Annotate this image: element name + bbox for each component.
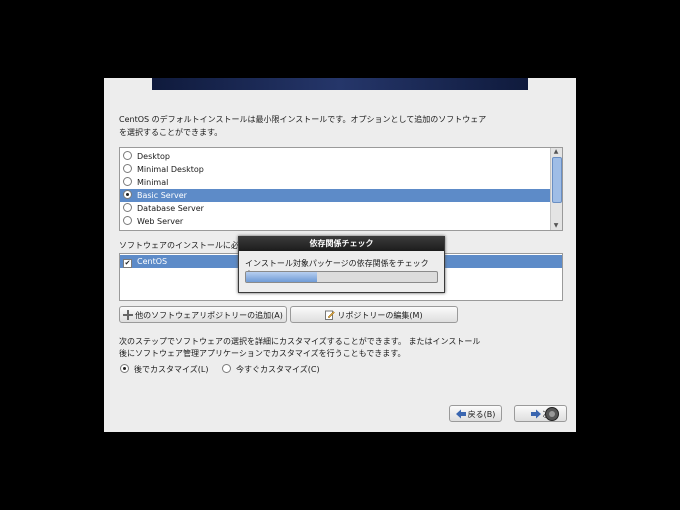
next-button[interactable]: 次 bbox=[514, 405, 567, 422]
intro-text: CentOS のデフォルトインストールは最小限インストールです。オプションとして… bbox=[119, 115, 487, 137]
edit-document-icon bbox=[325, 310, 336, 320]
radio-button[interactable] bbox=[123, 151, 132, 160]
radio-button-selected[interactable] bbox=[123, 190, 132, 199]
install-option-desktop[interactable]: Desktop bbox=[120, 150, 550, 163]
install-option-minimal-desktop[interactable]: Minimal Desktop bbox=[120, 163, 550, 176]
scroll-up-icon[interactable]: ▲ bbox=[553, 149, 559, 155]
customize-now-option[interactable]: 今すぐカスタマイズ(C) bbox=[222, 364, 320, 375]
busy-cursor-icon bbox=[545, 407, 559, 421]
progress-bar bbox=[245, 271, 438, 283]
install-option-web-server[interactable]: Web Server bbox=[120, 215, 550, 228]
install-option-label: Minimal Desktop bbox=[137, 165, 204, 174]
radio-button[interactable] bbox=[123, 177, 132, 186]
radio-button[interactable] bbox=[123, 216, 132, 225]
back-button[interactable]: 戻る(B) bbox=[449, 405, 502, 422]
scrollbar-thumb[interactable] bbox=[552, 157, 562, 203]
edit-repository-button[interactable]: リポジトリーの編集(M) bbox=[290, 306, 458, 323]
customize-later-label: 後でカスタマイズ(L) bbox=[134, 365, 209, 374]
install-option-label: Desktop bbox=[137, 152, 170, 161]
customize-later-option[interactable]: 後でカスタマイズ(L) bbox=[120, 364, 208, 375]
install-option-basic-server[interactable]: Basic Server bbox=[120, 189, 550, 202]
install-option-label: Basic Server bbox=[137, 191, 187, 200]
dialog-title: 依存関係チェック bbox=[239, 237, 444, 251]
install-option-label: Database Server bbox=[137, 204, 204, 213]
install-option-database-server[interactable]: Database Server bbox=[120, 202, 550, 215]
header-banner bbox=[152, 78, 528, 90]
install-option-minimal[interactable]: Minimal bbox=[120, 176, 550, 189]
list-scrollbar[interactable]: ▲ ▼ bbox=[550, 148, 562, 230]
scroll-down-icon[interactable]: ▼ bbox=[553, 223, 559, 229]
radio-button[interactable] bbox=[123, 164, 132, 173]
back-label: 戻る(B) bbox=[467, 410, 496, 419]
add-repository-button[interactable]: 他のソフトウェアリポジトリーの追加(A) bbox=[119, 306, 287, 323]
dependency-check-dialog: 依存関係チェック インストール対象パッケージの依存関係をチェック中。 bbox=[238, 236, 445, 293]
radio-button-selected[interactable] bbox=[120, 364, 129, 373]
radio-button[interactable] bbox=[123, 203, 132, 212]
install-option-label: Web Server bbox=[137, 217, 184, 226]
repository-item-label: CentOS bbox=[137, 257, 168, 266]
radio-button[interactable] bbox=[222, 364, 231, 373]
checkbox-checked[interactable]: ✔ bbox=[123, 259, 132, 268]
repository-label: ソフトウェアのインストールに必要 bbox=[119, 241, 247, 250]
plus-icon bbox=[123, 310, 134, 320]
customize-now-label: 今すぐカスタマイズ(C) bbox=[236, 365, 320, 374]
add-repository-label: 他のソフトウェアリポジトリーの追加(A) bbox=[135, 311, 283, 320]
customize-description: 次のステップでソフトウェアの選択を詳細にカスタマイズすることができます。 または… bbox=[119, 337, 481, 358]
install-option-label: Minimal bbox=[137, 178, 169, 187]
progress-bar-fill bbox=[246, 272, 317, 282]
arrow-left-icon bbox=[455, 409, 466, 419]
arrow-right-icon bbox=[530, 409, 541, 419]
edit-repository-label: リポジトリーの編集(M) bbox=[337, 311, 423, 320]
installation-type-list[interactable]: Desktop Minimal Desktop Minimal Basic Se… bbox=[119, 147, 563, 231]
